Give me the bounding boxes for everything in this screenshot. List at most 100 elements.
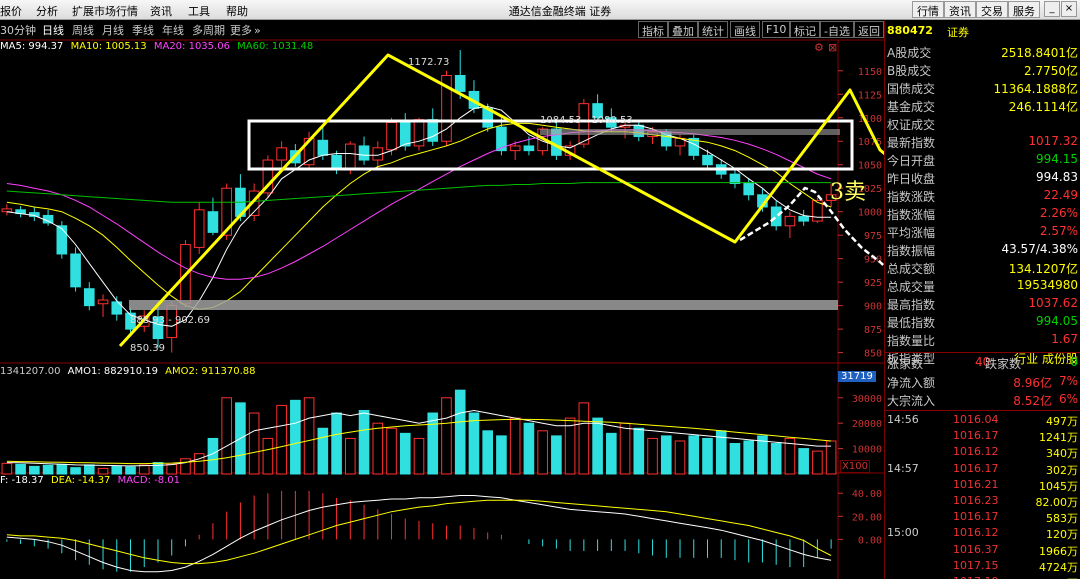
info-row-value: 22.49 [1043,188,1078,202]
index-name: 证券 [947,26,969,39]
info-row-label: 最低指数 [887,316,936,330]
tick-row: 1016.12 340万 [885,445,1080,461]
info-row-label: 指数涨幅 [887,208,936,222]
flow-row: 净流入额 8.96亿 7% [885,373,1080,391]
macd-axis-label: 20.00 [852,512,882,523]
volume-axis-label: 10000 [852,445,882,456]
news-button[interactable]: 资讯 [944,1,976,18]
info-row-label: 国债成交 [887,82,936,96]
fall-count-value: 0 [1070,355,1078,369]
service-button[interactable]: 服务 [1008,1,1040,18]
candle-body [770,206,782,227]
close-icon[interactable]: × [1061,1,1077,17]
candle-body [784,215,796,227]
info-row-label: B股成交 [887,64,932,78]
info-row-value: 43.57/4.38% [1001,242,1078,256]
tick-volume: 1045万 [1039,479,1078,493]
candle-body [386,121,397,151]
volume-bar [358,409,370,475]
candle-body [207,211,219,233]
volume-bar [276,404,287,475]
ma60-line [6,182,832,203]
price-axis-label: 850 [864,349,882,360]
info-row-label: 平均涨幅 [887,226,936,240]
minimize-icon[interactable]: _ [1044,1,1060,17]
tick-price: 1016.04 [953,413,999,426]
info-row: 最新指数 1017.32 [885,133,1080,151]
volume-bar [372,422,384,475]
middle-range-label: 1084.53 - 1080.53 [540,115,633,126]
candle-body [702,154,713,166]
info-row-label: 最新指数 [887,136,936,150]
info-row-label: 指数涨跌 [887,190,936,204]
volume-bar [647,437,658,475]
info-row-value: 1.67 [1051,332,1078,346]
kline-chart[interactable]: 1150112511001075105010251000975950925900… [0,0,884,579]
flow-row: 大宗流入 8.52亿 6% [885,391,1080,409]
candle-body [331,154,342,170]
info-row-value: 19534980 [1016,278,1078,292]
candle-body [97,299,109,305]
volume-bar [578,402,590,475]
index-code: 880472 [887,24,933,37]
tick-row: 14:57 1016.17 302万 [885,462,1080,478]
info-row-value: 994.83 [1036,170,1078,184]
tick-volume: 82.00万 [1035,496,1079,509]
tick-row: 1016.23 82.00万 [885,494,1080,510]
volume-bar [97,467,109,475]
info-row: 指数量比 1.67 [885,331,1080,349]
candle-body [798,215,809,222]
info-row: 权证成交 [885,115,1080,133]
candle-body [358,145,370,161]
volume-badge: 31719 [838,371,876,382]
rise-count-label: 涨家数 [887,357,924,371]
tick-row: 1016.37 1966万 [885,543,1080,559]
volume-bar [303,397,315,475]
support-zone-bar [129,300,838,310]
trade-button[interactable]: 交易 [976,1,1008,18]
tick-price: 1016.23 [953,494,999,507]
volume-bar [262,437,274,475]
tick-volume: 120万 [1046,528,1078,542]
candle-body [70,253,81,288]
index-info-panel: 880472 证券 A股成交 2518.8401亿 B股成交 2.7750亿 国债成交 1… [884,21,1080,579]
info-row-value: 994.05 [1036,314,1078,328]
volume-bar [509,417,521,475]
panel-separator [885,352,1080,353]
volume-bar [743,440,755,475]
candle-body [509,145,521,152]
tick-volume: 583万 [1046,512,1078,526]
volume-bar [29,465,40,475]
flow-row-value: 8.52亿 [1013,394,1052,408]
info-row: 指数涨幅 2.26% [885,205,1080,223]
price-axis-label: 900 [864,302,882,313]
candle-body [83,288,95,307]
info-row: 国债成交 11364.1888亿 [885,79,1080,97]
tick-volume: 1241万 [1039,431,1078,445]
sell-annotation: 3卖 [830,180,866,205]
volume-bar [427,412,439,475]
info-row-value: 246.1114亿 [1008,100,1078,114]
volume-bar [729,443,741,475]
tick-price: 1017.15 [953,558,999,572]
volume-bar [248,412,260,475]
quote-button[interactable]: 行情 [912,1,944,18]
tick-row: 1016.17 1241万 [885,429,1080,445]
candle-body [56,225,68,255]
info-row-value: 11364.1888亿 [993,82,1078,96]
volume-bar [345,437,356,475]
tick-price: 1016.17 [953,429,999,443]
flow-row-label: 大宗流入 [887,394,936,408]
low-price-label: 850.39 [130,343,165,354]
tick-time: 15:00 [887,526,919,540]
candle-body [1,208,13,213]
candle-body [399,121,411,147]
volume-bar [138,464,150,475]
tick-row: 1017.19 577万 [885,575,1080,579]
macd-axis-label: 0.00 [858,535,882,546]
volume-bar [688,435,700,475]
volume-bar [207,437,219,475]
volume-bar [1,462,13,475]
volume-bar [125,466,136,475]
tick-volume: 497万 [1046,415,1078,428]
